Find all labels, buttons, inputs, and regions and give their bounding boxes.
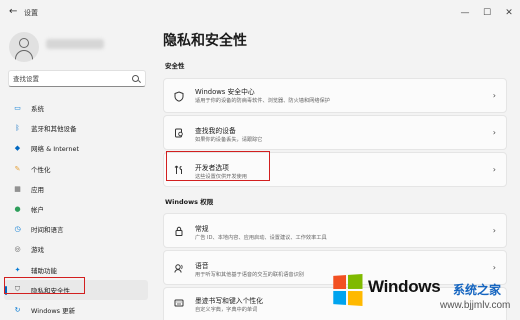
card-find-my-device[interactable]: 查找我的设备 如果你的设备丢失，请跟踪它 › — [163, 115, 507, 150]
windows-logo-square — [347, 274, 363, 289]
monitor-icon: ▭ — [14, 104, 21, 113]
chevron-right-icon: › — [492, 91, 496, 100]
windows-logo-square — [333, 290, 347, 305]
windows-logo-icon — [333, 274, 363, 306]
sidebar-item-label: 网络 & Internet — [31, 145, 80, 154]
back-arrow-icon[interactable]: ← — [9, 6, 17, 17]
privacy-nav-highlight-box — [4, 277, 85, 294]
gamepad-icon: ◎ — [14, 245, 21, 254]
developer-options-highlight-box — [166, 151, 270, 181]
card-description: 自定义字典，字典中的单词 — [195, 307, 258, 313]
account-icon: ● — [14, 205, 21, 214]
lock-icon — [174, 226, 184, 236]
sidebar-item[interactable]: ↻ Windows 更新 — [4, 300, 148, 320]
chevron-right-icon: › — [492, 128, 496, 137]
update-icon: ↻ — [14, 305, 21, 314]
maximize-icon[interactable]: ☐ — [476, 0, 498, 26]
window-controls: — ☐ ✕ — [454, 0, 520, 26]
page-title: 隐私和安全性 — [163, 33, 247, 49]
windows-logo-square — [333, 275, 347, 290]
keyboard-pen-icon — [174, 298, 184, 308]
watermark-site-name: 系统之家 — [453, 283, 502, 297]
search-box[interactable] — [8, 70, 146, 87]
sidebar-item[interactable]: ᛒ 蓝牙和其他设备 — [4, 118, 148, 138]
sidebar-item-label: 游戏 — [31, 246, 44, 255]
section-label-windows-permissions: Windows 权限 — [165, 198, 214, 206]
sidebar-item[interactable]: ◆ 网络 & Internet — [4, 138, 148, 158]
sidebar-item[interactable]: ◷ 时间和语言 — [4, 219, 148, 239]
sidebar-item-label: 系统 — [31, 105, 44, 114]
wifi-icon: ◆ — [14, 144, 21, 153]
card-title: Windows 安全中心 — [195, 88, 255, 96]
watermark-url: www.bjjmlv.com — [440, 300, 511, 311]
find-device-icon — [174, 128, 184, 138]
card-title: 语音 — [195, 262, 209, 270]
card-windows-security[interactable]: Windows 安全中心 适用于你的设备的防病毒软件、浏览器、防火墙和网络保护 … — [163, 78, 507, 113]
card-title: 查找我的设备 — [195, 127, 236, 135]
clock-globe-icon: ◷ — [14, 225, 21, 234]
card-description: 广告 ID、本地内容、应用启动、设置建议、工作效率工具 — [195, 235, 327, 241]
sidebar-item-label: 时间和语言 — [31, 226, 64, 235]
sidebar: ▭ 系统 ᛒ 蓝牙和其他设备 ◆ 网络 & Internet ✎ 个性化 ▦ 应用 ● 帐户 ◷ 时间和语… — [0, 26, 155, 320]
card-general[interactable]: 常规 广告 ID、本地内容、应用启动、设置建议、工作效率工具 › — [163, 213, 507, 248]
username-redacted — [46, 39, 104, 49]
sidebar-item-label: Windows 更新 — [31, 306, 76, 315]
search-icon[interactable] — [132, 75, 139, 82]
close-icon[interactable]: ✕ — [498, 0, 520, 26]
card-title: 墨迹书写和键入个性化 — [195, 297, 263, 305]
card-title: 常规 — [195, 225, 209, 233]
sidebar-item-label: 个性化 — [31, 165, 51, 174]
avatar-head-icon — [19, 38, 29, 48]
sidebar-item[interactable]: ◎ 游戏 — [4, 239, 148, 259]
minimize-icon[interactable]: — — [454, 0, 476, 26]
section-label-security: 安全性 — [165, 62, 185, 70]
accessibility-icon: ✦ — [14, 265, 21, 274]
sidebar-item[interactable]: ▦ 应用 — [4, 179, 148, 199]
sidebar-item[interactable]: ● 帐户 — [4, 199, 148, 219]
avatar[interactable] — [9, 32, 39, 62]
watermark-title: Windows — [368, 277, 441, 296]
shield-outline-icon — [174, 90, 184, 102]
apps-icon: ▦ — [14, 184, 21, 193]
card-description: 适用于你的设备的防病毒软件、浏览器、防火墙和网络保护 — [195, 98, 330, 104]
avatar-body-icon — [15, 50, 33, 62]
sidebar-item-label: 辅助功能 — [31, 266, 57, 275]
card-description: 用于听写和其他基于语音的交互的联机语音识别 — [195, 272, 304, 278]
chevron-right-icon: › — [492, 165, 496, 174]
search-input[interactable] — [13, 73, 125, 85]
sidebar-item[interactable]: ▭ 系统 — [4, 98, 148, 118]
brush-icon: ✎ — [14, 164, 21, 173]
sidebar-item-label: 帐户 — [31, 206, 44, 215]
watermark: Windows 系统之家 www.bjjmlv.com — [332, 271, 520, 320]
app-title: 设置 — [24, 9, 38, 17]
bluetooth-icon: ᛒ — [15, 124, 20, 133]
sidebar-item-label: 应用 — [31, 185, 44, 194]
sidebar-item-label: 蓝牙和其他设备 — [31, 125, 77, 134]
sidebar-item[interactable]: ✎ 个性化 — [4, 159, 148, 179]
chevron-right-icon: › — [492, 226, 496, 235]
title-bar: ← 设置 — ☐ ✕ — [0, 0, 520, 26]
card-description: 如果你的设备丢失，请跟踪它 — [195, 137, 263, 143]
speech-icon — [174, 263, 184, 273]
windows-logo-square — [347, 291, 363, 306]
